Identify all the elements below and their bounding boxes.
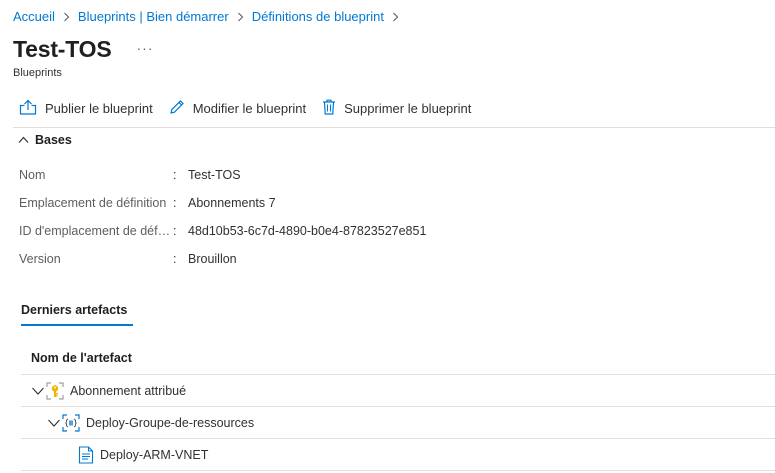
tree-row[interactable]: Deploy-Groupe-de-ressources	[21, 407, 775, 439]
breadcrumb-home-link[interactable]: Accueil	[13, 9, 55, 24]
edit-blueprint-label: Modifier le blueprint	[192, 101, 307, 116]
breadcrumb: Accueil Blueprints | Bien démarrer Défin…	[13, 9, 407, 24]
publish-blueprint-button[interactable]: Publier le blueprint	[19, 99, 153, 118]
property-value: Test-TOS	[188, 168, 241, 182]
artifacts-tree: Nom de l'artefact Abonnement attribué De…	[21, 341, 775, 471]
property-row-definition-location: Emplacement de définition : Abonnements …	[19, 189, 426, 217]
property-colon: :	[173, 168, 177, 182]
property-label: Emplacement de définition	[19, 196, 167, 210]
page-subtitle: Blueprints	[13, 67, 62, 79]
edit-blueprint-button[interactable]: Modifier le blueprint	[169, 99, 306, 118]
property-row-version: Version : Brouillon	[19, 245, 426, 273]
page-title-row: Test-TOS ···	[13, 36, 154, 63]
pencil-icon	[169, 99, 193, 118]
more-options-button[interactable]: ···	[137, 40, 154, 56]
publish-blueprint-label: Publier le blueprint	[45, 101, 153, 116]
column-header-artifact-name[interactable]: Nom de l'artefact	[21, 341, 775, 375]
artifact-name: Abonnement attribué	[70, 383, 187, 398]
chevron-right-icon	[392, 12, 399, 22]
tab-latest-artifacts[interactable]: Derniers artefacts	[21, 303, 127, 317]
chevron-right-icon	[237, 12, 244, 22]
property-colon: :	[173, 196, 177, 210]
property-value: Brouillon	[188, 252, 237, 266]
property-label: ID d'emplacement de déf…	[19, 224, 171, 238]
trash-icon	[322, 99, 344, 118]
tree-row[interactable]: Abonnement attribué	[21, 375, 775, 407]
essentials-properties: Nom : Test-TOS Emplacement de définition…	[19, 161, 426, 273]
chevron-right-icon	[63, 12, 70, 22]
breadcrumb-definitions-link[interactable]: Définitions de blueprint	[252, 9, 384, 24]
essentials-toggle[interactable]: Bases	[18, 133, 72, 147]
active-tab-indicator	[21, 324, 133, 326]
property-colon: :	[173, 224, 177, 238]
essentials-title: Bases	[35, 133, 72, 147]
delete-blueprint-label: Supprimer le blueprint	[344, 101, 472, 116]
property-colon: :	[173, 252, 177, 266]
publish-icon	[19, 99, 45, 118]
breadcrumb-blueprints-link[interactable]: Blueprints | Bien démarrer	[78, 9, 229, 24]
toolbar-divider	[13, 127, 775, 128]
artifact-name: Deploy-ARM-VNET	[100, 447, 209, 462]
property-label: Nom	[19, 168, 46, 182]
chevron-down-icon[interactable]	[47, 418, 61, 428]
arm-template-icon	[78, 445, 94, 464]
resource-group-icon	[62, 413, 80, 432]
command-bar: Publier le blueprint Modifier le bluepri…	[19, 99, 487, 118]
chevron-down-icon[interactable]	[31, 386, 45, 396]
tree-row[interactable]: Deploy-ARM-VNET	[21, 439, 775, 471]
property-row-definition-location-id: ID d'emplacement de déf… : 48d10b53-6c7d…	[19, 217, 426, 245]
property-value: 48d10b53-6c7d-4890-b0e4-87823527e851	[188, 224, 427, 238]
property-value: Abonnements 7	[188, 196, 276, 210]
delete-blueprint-button[interactable]: Supprimer le blueprint	[322, 99, 471, 118]
page-title: Test-TOS	[13, 36, 112, 62]
subscription-key-icon	[46, 381, 64, 400]
property-row-name: Nom : Test-TOS	[19, 161, 426, 189]
artifact-name: Deploy-Groupe-de-ressources	[86, 415, 255, 430]
property-label: Version	[19, 252, 61, 266]
chevron-up-icon	[18, 133, 35, 147]
